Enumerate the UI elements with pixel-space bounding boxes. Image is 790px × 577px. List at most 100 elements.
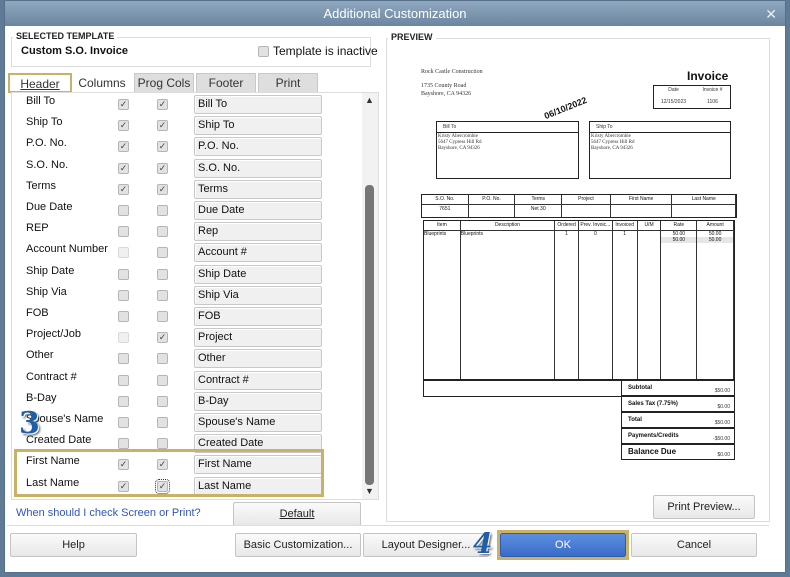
print-checkbox-account-number[interactable] [157,247,168,259]
total-value: $0.00 [717,452,730,458]
tab-footer[interactable]: Footer [196,73,256,93]
print-checkbox-b-day[interactable] [157,395,168,407]
print-checkbox-ship-to[interactable]: ✓ [157,120,168,132]
title-field-ship-date[interactable]: Ship Date [194,264,322,284]
item-column-label: Ordered [555,221,578,231]
screen-checkbox-contract[interactable] [118,374,129,386]
layout-designer-button[interactable]: Layout Designer... [363,533,489,557]
screen-checkbox-s-o-no[interactable]: ✓ [118,162,129,174]
item-cell: Blueprints [460,231,483,237]
screen-or-print-help-link[interactable]: When should I check Screen or Print? [16,507,201,519]
item-column: Description Blueprints [460,221,556,379]
print-checkbox-spouse-s-name[interactable] [157,417,168,428]
print-checkbox-contract[interactable] [157,374,168,386]
title-field-bill-to[interactable]: Bill To [194,95,322,114]
ok-button[interactable]: OK [500,533,626,557]
print-checkbox-terms[interactable]: ✓ [157,183,168,195]
print-checkbox-rep[interactable] [157,226,168,238]
print-checkbox-fob[interactable] [157,311,168,322]
tab-prog-cols[interactable]: Prog Cols [134,73,194,93]
tab-print[interactable]: Print [258,73,318,93]
title-field-fob[interactable]: FOB [194,307,322,326]
screen-checkbox-p-o-no[interactable]: ✓ [118,141,129,153]
scroll-down-icon[interactable]: ▼ [365,486,374,496]
bill-to-label: Bill To [443,124,457,130]
print-checkbox-ship-date[interactable] [157,268,168,280]
default-button[interactable]: Default [233,502,361,526]
title-field-ship-to[interactable]: Ship To [194,116,322,136]
screen-checkbox-ship-via[interactable] [118,289,129,301]
screen-checkbox-bill-to[interactable]: ✓ [118,99,129,110]
print-checkbox-p-o-no[interactable]: ✓ [157,141,168,153]
item-column: Amount 50.00 50.00 [697,221,734,379]
screen-checkbox-spouse-s-name[interactable] [118,417,129,428]
header-column-label: Last Name [672,195,735,205]
item-column: Invoiced 1 [612,221,638,379]
bill-address-line: Kristy Abercrombie [438,134,478,139]
screen-checkbox-account-number [118,247,129,259]
vertical-scrollbar[interactable]: ▲ ▼ [362,93,378,499]
screen-checkbox-due-date[interactable] [118,205,129,216]
print-preview-button[interactable]: Print Preview... [653,495,755,519]
screen-checkbox-created-date[interactable] [118,438,129,450]
header-column-label: Project [562,195,610,205]
template-inactive-label: Template is inactive [273,44,378,58]
field-label: Terms [26,179,56,192]
field-label: Ship Date [26,264,75,277]
header-column: First Name [610,195,673,217]
title-field-project-job[interactable]: Project [194,328,322,348]
items-table: Item Blueprints Description Blueprints Order… [423,220,735,380]
title-field-due-date[interactable]: Due Date [194,201,322,220]
item-column-label: Rate [661,221,697,231]
title-field-rep[interactable]: Rep [194,222,322,242]
print-checkbox-s-o-no[interactable]: ✓ [157,162,168,174]
screen-checkbox-b-day[interactable] [118,395,129,407]
title-field-s-o-no[interactable]: S.O. No. [194,158,322,178]
scrollbar-thumb[interactable] [365,185,374,485]
total-value: -$50.00 [713,436,730,442]
divider [437,132,578,133]
print-checkbox-project-job[interactable]: ✓ [157,332,168,344]
screen-checkbox-other[interactable] [118,353,129,365]
total-row: Payments/Credits -$50.00 [621,428,735,444]
date-header: Invoice # [702,87,723,93]
item-cell: 1 [623,231,627,237]
item-cell: 0 [593,231,597,237]
total-label: Subtotal [628,385,652,391]
screen-checkbox-terms[interactable]: ✓ [118,183,129,195]
screen-checkbox-rep[interactable] [118,226,129,238]
print-checkbox-bill-to[interactable]: ✓ [157,99,168,110]
title-field-contract[interactable]: Contract # [194,370,322,390]
title-field-p-o-no[interactable]: P.O. No. [194,137,322,157]
basic-customization-button[interactable]: Basic Customization... [235,533,361,557]
title-field-terms[interactable]: Terms [194,179,322,199]
tab-columns[interactable]: Columns [72,73,132,93]
print-checkbox-due-date[interactable] [157,205,168,216]
close-icon[interactable]: ✕ [765,6,777,23]
help-button[interactable]: Help [10,533,137,557]
cancel-button[interactable]: Cancel [631,533,757,557]
print-checkbox-created-date[interactable] [157,438,168,450]
company-line: Rock Castle Construction [421,69,483,75]
title-field-other[interactable]: Other [194,349,322,369]
template-inactive-checkbox[interactable] [258,46,269,57]
title-field-ship-via[interactable]: Ship Via [194,285,322,305]
ship-to-box: Ship To Kristy Abercrombie 5647 Cypress Hi… [589,121,731,179]
print-checkbox-ship-via[interactable] [157,289,168,301]
title-field-b-day[interactable]: B-Day [194,391,322,411]
invoice-preview: Rock Castle Construction 1735 County Road… [411,59,741,469]
title-field-spouse-s-name[interactable]: Spouse's Name [194,413,322,432]
preview-label: PREVIEW [388,32,436,42]
item-column: Rate 50.00 50.00 [661,221,698,379]
screen-checkbox-fob[interactable] [118,311,129,322]
print-checkbox-other[interactable] [157,353,168,365]
tab-header[interactable]: Header [8,73,72,93]
title-field-account-number[interactable]: Account # [194,243,322,263]
screen-checkbox-ship-date[interactable] [118,268,129,280]
header-table: S.O. No. 7651 P.O. No. Terms Net 30 Project Fi… [421,194,737,218]
header-column: Terms Net 30 [515,195,563,217]
total-value: $0.00 [717,404,730,410]
screen-checkbox-ship-to[interactable]: ✓ [118,120,129,132]
total-row: Subtotal $50.00 [621,380,735,396]
scroll-up-icon[interactable]: ▲ [365,95,374,105]
